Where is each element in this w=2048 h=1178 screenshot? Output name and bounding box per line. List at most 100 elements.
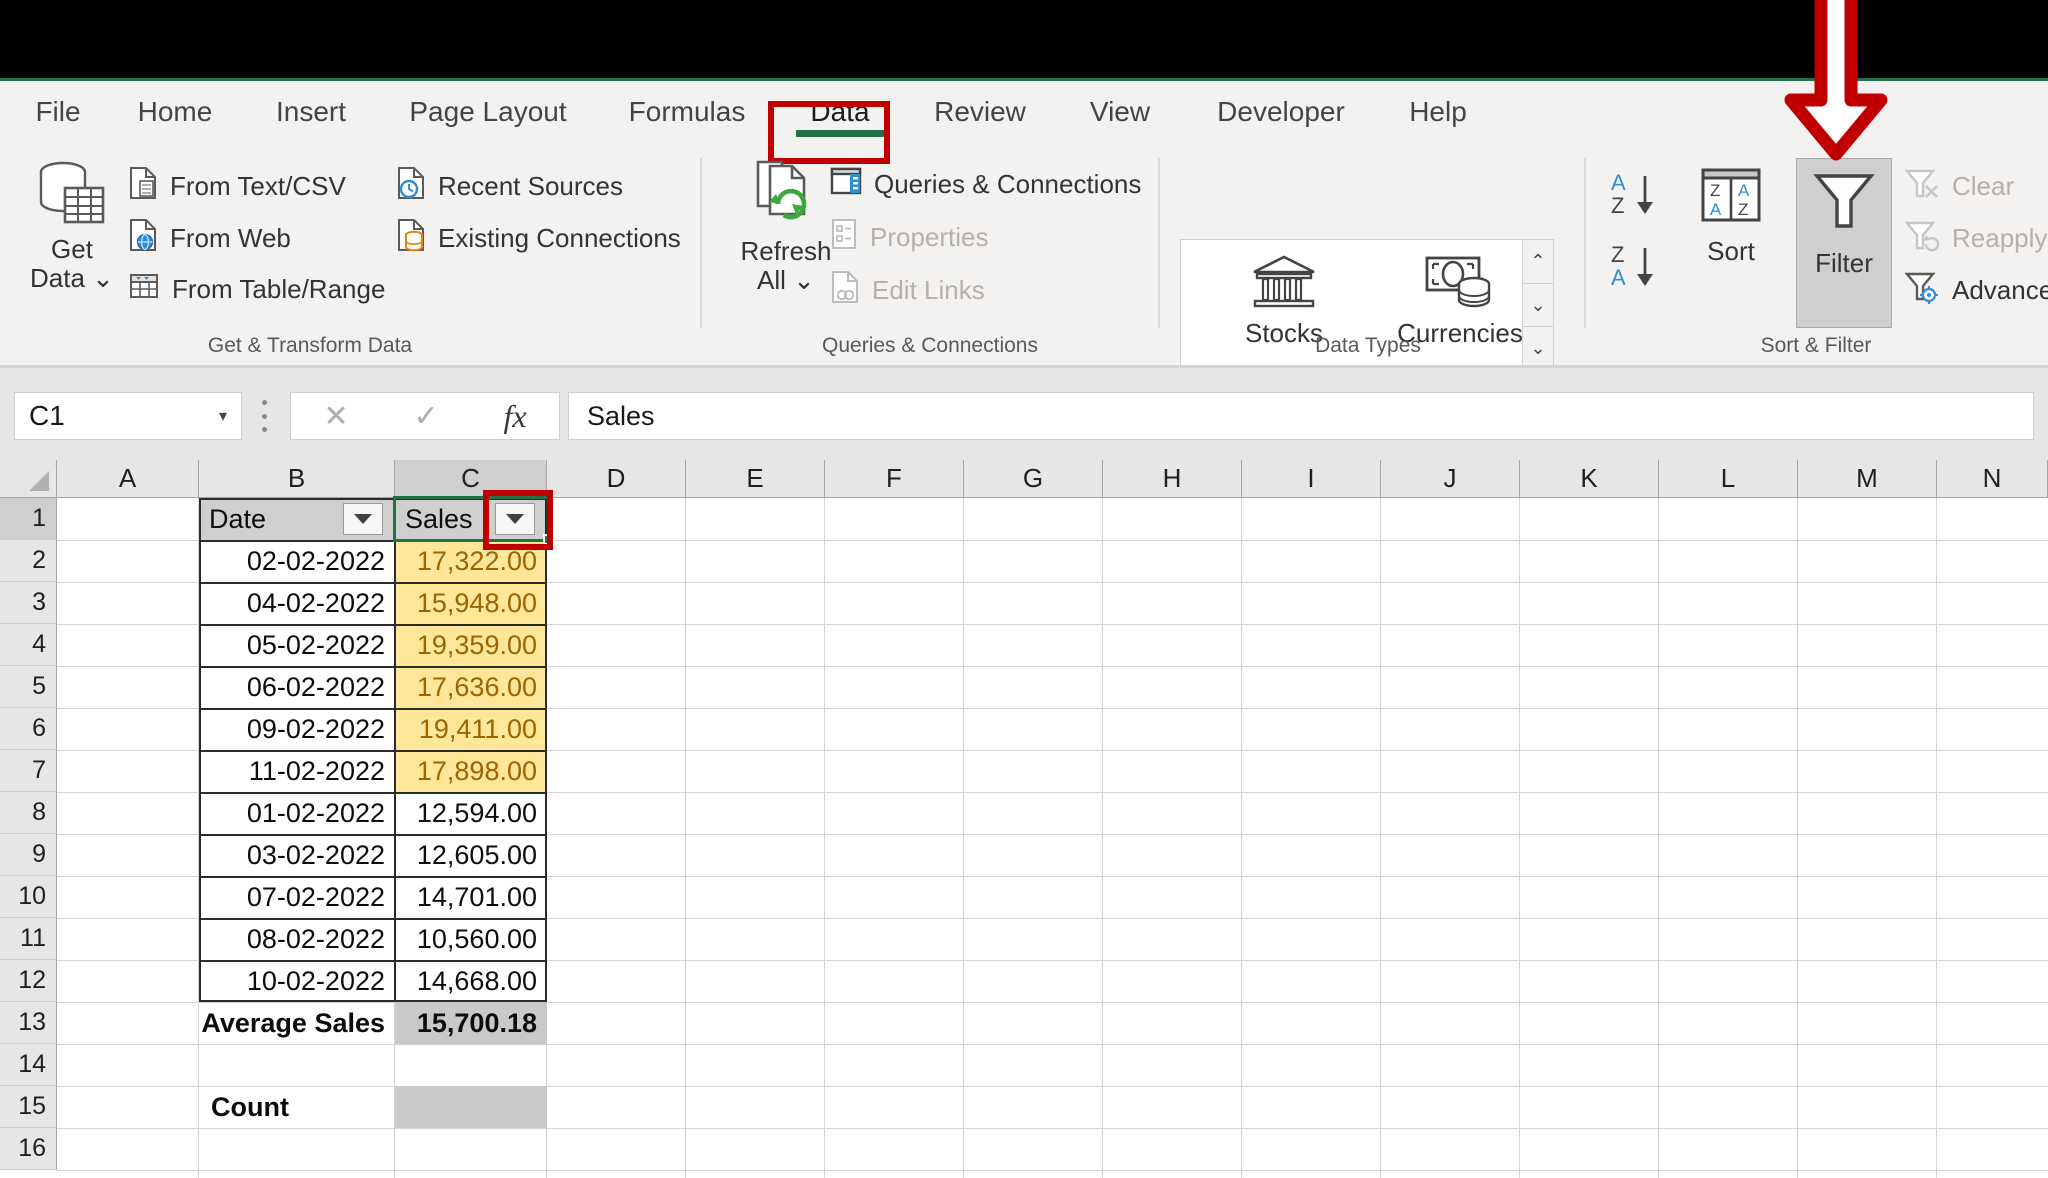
row-header-3[interactable]: 3	[0, 582, 57, 624]
row-header-7[interactable]: 7	[0, 750, 57, 792]
advanced-filter-button[interactable]: Advanced	[1904, 270, 2048, 311]
column-header-i[interactable]: I	[1242, 460, 1381, 498]
column-header-m[interactable]: M	[1798, 460, 1937, 498]
column-header-k[interactable]: K	[1520, 460, 1659, 498]
tab-label: Formulas	[628, 96, 746, 127]
group-label-sort-filter: Sort & Filter	[1760, 334, 1872, 357]
row-header-13[interactable]: 13	[0, 1002, 57, 1044]
gridline	[57, 1128, 2048, 1129]
filter-advanced-icon	[1904, 270, 1940, 311]
svg-text:A: A	[1611, 265, 1626, 290]
clear-filter-button: Clear	[1904, 166, 2014, 207]
reapply-filter-label: Reapply	[1952, 223, 2048, 253]
recent-sources-button[interactable]: Recent Sources	[396, 166, 623, 207]
chevron-up-icon[interactable]: ⌃	[1523, 240, 1553, 284]
sort-ascending-button[interactable]: A Z	[1604, 168, 1668, 231]
cell-B15[interactable]: Count	[199, 1086, 395, 1128]
column-header-d[interactable]: D	[547, 460, 686, 498]
group-label-get-transform: Get & Transform Data	[207, 334, 413, 357]
gridline	[57, 1044, 2048, 1045]
file-globe-icon	[128, 218, 158, 259]
tab-insert[interactable]: Insert	[258, 89, 364, 135]
get-data-button[interactable]: Get Data ⌄	[20, 156, 124, 293]
tab-page-layout[interactable]: Page Layout	[390, 89, 586, 135]
name-box[interactable]: C1 ▾	[14, 392, 242, 440]
tab-file[interactable]: File	[22, 89, 94, 135]
gridline	[824, 498, 825, 1178]
column-header-g[interactable]: G	[964, 460, 1103, 498]
cell-C13[interactable]: 15,700.18	[395, 1002, 547, 1044]
formula-input[interactable]: Sales	[568, 392, 2034, 440]
chevron-down-icon[interactable]: ▾	[219, 406, 241, 426]
svg-text:A: A	[1738, 181, 1750, 200]
ribbon-body: Get Data ⌄ From Text/CSV From Web From T…	[0, 144, 2048, 371]
column-header-l[interactable]: L	[1659, 460, 1798, 498]
tab-home[interactable]: Home	[120, 89, 230, 135]
formula-bar-buttons: ✕ ✓ fx	[290, 392, 560, 440]
row-header-12[interactable]: 12	[0, 960, 57, 1002]
column-header-b[interactable]: B	[199, 460, 395, 498]
recent-sources-label: Recent Sources	[438, 171, 623, 201]
group-separator	[1158, 158, 1160, 328]
row-header-14[interactable]: 14	[0, 1044, 57, 1086]
column-header-a[interactable]: A	[57, 460, 199, 498]
group-separator	[700, 158, 702, 328]
column-header-f[interactable]: F	[825, 460, 964, 498]
row-header-5[interactable]: 5	[0, 666, 57, 708]
row-header-9[interactable]: 9	[0, 834, 57, 876]
from-text-csv-button[interactable]: From Text/CSV	[128, 166, 346, 207]
enter-icon[interactable]: ✓	[413, 399, 438, 434]
column-header-e[interactable]: E	[686, 460, 825, 498]
tab-formulas[interactable]: Formulas	[608, 89, 766, 135]
table-row-border	[199, 666, 547, 668]
tab-developer[interactable]: Developer	[1192, 89, 1370, 135]
from-table-range-button[interactable]: From Table/Range	[128, 270, 385, 309]
filter-button[interactable]: Filter	[1798, 164, 1890, 278]
sort-button[interactable]: Z A A Z Sort	[1676, 162, 1786, 266]
formula-bar-grip[interactable]	[262, 400, 268, 432]
group-label-queries: Queries & Connections	[822, 334, 1038, 357]
svg-text:Z: Z	[1611, 242, 1624, 267]
gridline	[1241, 498, 1242, 1178]
row-header-10[interactable]: 10	[0, 876, 57, 918]
name-box-value: C1	[29, 400, 65, 431]
from-web-button[interactable]: From Web	[128, 218, 291, 259]
bank-icon	[1249, 252, 1319, 319]
row-header-6[interactable]: 6	[0, 708, 57, 750]
tab-label: Help	[1409, 96, 1467, 127]
column-header-n[interactable]: N	[1937, 460, 2048, 498]
tab-review[interactable]: Review	[912, 89, 1048, 135]
row-header-16[interactable]: 16	[0, 1128, 57, 1170]
tab-help[interactable]: Help	[1392, 89, 1484, 135]
column-header-j[interactable]: J	[1381, 460, 1520, 498]
queries-connections-button[interactable]: Queries & Connections	[830, 166, 1141, 203]
cancel-icon[interactable]: ✕	[323, 399, 348, 434]
worksheet-grid[interactable]: A B C D E F G H I J K L M N 1 2 3 4 5 6 …	[0, 460, 2048, 1178]
insert-function-icon[interactable]: fx	[503, 398, 526, 435]
row-header-1[interactable]: 1	[0, 498, 57, 540]
gridline	[1658, 498, 1659, 1178]
chevron-down-icon[interactable]: ⌄	[1523, 284, 1553, 328]
filter-label: Filter	[1815, 248, 1873, 278]
column-header-h[interactable]: H	[1103, 460, 1242, 498]
table-row-border	[199, 582, 547, 584]
sort-descending-button[interactable]: Z A	[1604, 240, 1668, 303]
svg-text:Z: Z	[1710, 181, 1720, 200]
gridline	[57, 1170, 2048, 1171]
row-header-15[interactable]: 15	[0, 1086, 57, 1128]
existing-connections-button[interactable]: Existing Connections	[396, 218, 681, 259]
file-csv-icon	[128, 166, 158, 207]
gridline	[1102, 498, 1103, 1178]
tab-view[interactable]: View	[1072, 89, 1168, 135]
cell-C15[interactable]	[395, 1086, 547, 1128]
row-header-4[interactable]: 4	[0, 624, 57, 666]
row-header-8[interactable]: 8	[0, 792, 57, 834]
existing-connections-label: Existing Connections	[438, 223, 681, 253]
filter-funnel-icon	[1809, 164, 1879, 249]
cell-B13[interactable]: Average Sales	[199, 1002, 395, 1044]
select-all-corner[interactable]	[0, 460, 57, 498]
row-header-11[interactable]: 11	[0, 918, 57, 960]
row-header-2[interactable]: 2	[0, 540, 57, 582]
chevron-down-icon: ⌄	[92, 263, 114, 294]
from-text-csv-label: From Text/CSV	[170, 171, 346, 201]
